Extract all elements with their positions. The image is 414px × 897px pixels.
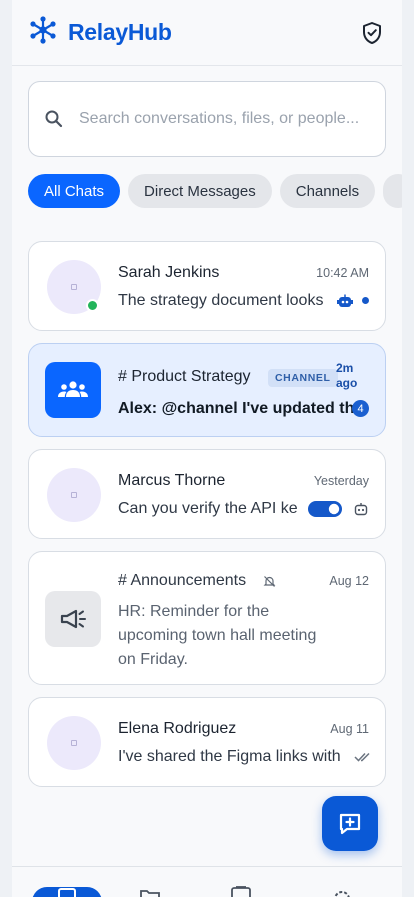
channel-badge: CHANNEL (268, 369, 338, 387)
conversation-preview: Alex: @channel I've updated the (118, 400, 354, 417)
conversation-preview: Can you verify the API ke (118, 500, 298, 517)
conversation-item-sarah-jenkins[interactable]: Sarah Jenkins 10:42 AM The strategy docu… (28, 241, 386, 331)
read-double-check-icon (354, 750, 372, 764)
conversation-preview-line-1: HR: Reminder for the (118, 603, 270, 620)
contacts-icon (231, 886, 251, 897)
brand[interactable]: RelayHub (28, 15, 172, 50)
conversation-time: 2m ago (336, 361, 358, 390)
conversation-item-announcements[interactable]: # Announcements Aug 12 HR: Reminder for … (28, 551, 386, 685)
relay-network-icon (28, 15, 58, 50)
conversation-time: Aug 12 (329, 574, 369, 588)
muted-bell-icon (262, 574, 276, 588)
avatar (47, 468, 101, 522)
conversation-name: Elena Rodriguez (118, 720, 237, 737)
search-bar[interactable]: Search conversations, files, or people..… (28, 81, 386, 157)
conversation-item-product-strategy[interactable]: # Product Strategy CHANNEL 2m ago Alex: … (28, 343, 386, 437)
bot-icon (352, 500, 370, 518)
avatar (47, 716, 101, 770)
gear-icon (334, 891, 350, 897)
security-shield-icon[interactable] (358, 19, 386, 47)
conversation-time: 10:42 AM (316, 266, 369, 280)
conversation-item-elena-rodriguez[interactable]: Elena Rodriguez Aug 11 I've shared the F… (28, 697, 386, 787)
filter-more-chip[interactable] (383, 174, 402, 208)
filter-chips: All Chats Direct Messages Channels (28, 174, 402, 210)
nav-item-files[interactable] (139, 889, 161, 897)
app-screen: RelayHub Search conversations, files, or… (12, 0, 402, 897)
conversation-name: # Product Strategy (118, 368, 251, 385)
nav-item-contacts[interactable] (230, 886, 252, 897)
nav-item-settings[interactable] (331, 888, 353, 897)
conversation-name: # Announcements (118, 572, 247, 589)
filter-all-chats[interactable]: All Chats (28, 174, 121, 208)
new-message-icon (339, 813, 361, 834)
chat-bubble-icon (56, 888, 78, 897)
conversation-item-marcus-thorne[interactable]: Marcus Thorne Yesterday Can you verify t… (28, 449, 386, 539)
conversation-preview: I've shared the Figma links with (118, 748, 341, 765)
megaphone-icon (45, 591, 101, 647)
channel-group-icon (45, 362, 101, 418)
search-input[interactable]: Search conversations, files, or people..… (79, 109, 359, 129)
conversation-time: Yesterday (313, 474, 369, 488)
conversation-name: Marcus Thorne (118, 472, 226, 489)
folder-icon (140, 890, 160, 897)
bottom-navigation (12, 866, 402, 897)
bot-icon (336, 292, 354, 310)
conversation-preview-line-3: on Friday. (118, 651, 188, 668)
online-status-indicator (86, 299, 99, 312)
new-chat-button[interactable] (322, 796, 378, 851)
filter-direct-messages[interactable]: Direct Messages (128, 174, 272, 208)
unread-count-badge: 4 (352, 400, 369, 417)
conversation-preview: The strategy document looks (118, 292, 324, 309)
conversation-preview-line-2: upcoming town hall meeting (118, 627, 317, 644)
app-header: RelayHub (12, 0, 402, 66)
app-title: RelayHub (68, 19, 172, 45)
conversation-name: Sarah Jenkins (118, 264, 220, 281)
toggle-switch[interactable] (308, 501, 342, 517)
unread-indicator (362, 297, 369, 304)
conversation-time: Aug 11 (330, 722, 369, 736)
search-icon (43, 108, 65, 130)
filter-channels[interactable]: Channels (279, 174, 376, 208)
